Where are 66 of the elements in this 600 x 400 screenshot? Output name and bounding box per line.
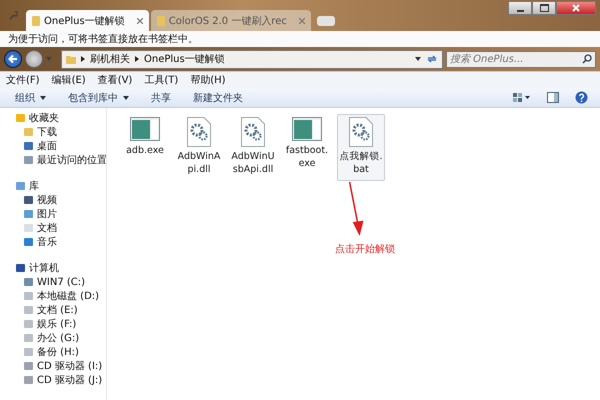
file-name: AdbWinApi.dll	[176, 150, 222, 176]
sidebar-item[interactable]: 办公 (G:)	[37, 331, 80, 345]
address-bar[interactable]: 刷机相关 OnePlus一键解锁	[61, 50, 443, 68]
caret-icon	[40, 96, 46, 100]
application-window-icon	[292, 117, 322, 141]
annotation-text: 点击开始解锁	[335, 242, 395, 256]
search-icon	[582, 54, 592, 64]
close-button[interactable]	[556, 1, 596, 15]
sidebar-item[interactable]: 计算机	[29, 261, 59, 275]
sidebar-item[interactable]: 本地磁盘 (D:)	[37, 289, 100, 303]
sidebar-item[interactable]: 库	[29, 179, 39, 193]
browser-tab[interactable]: ColorOS 2.0 一键刷入rec	[150, 10, 311, 31]
gear-file-icon	[187, 117, 211, 147]
menu-item[interactable]: 工具(T)	[144, 73, 178, 87]
chevron-icon	[81, 56, 85, 62]
arrow-icon	[7, 53, 19, 65]
browser-tab[interactable]: OnePlus一键解锁	[26, 10, 149, 31]
sidebar-item[interactable]: CD 驱动器 (J:)	[37, 373, 102, 387]
new-tab-button[interactable]	[316, 16, 335, 26]
search-field[interactable]: 搜索 OnePlus...	[446, 50, 596, 68]
forward-button[interactable]	[25, 50, 43, 68]
close-icon[interactable]	[136, 18, 143, 24]
sidebar-item[interactable]: CD 驱动器 (I:)	[37, 359, 102, 373]
sidebar-item[interactable]: 文档 (E:)	[37, 303, 78, 317]
file-item[interactable]: AdbWinApi.dll	[175, 114, 223, 181]
sidebar-item[interactable]: 图片	[37, 207, 57, 221]
caret-icon	[123, 96, 129, 100]
preview-pane-icon[interactable]	[547, 92, 559, 103]
sidebar-item[interactable]: 文档	[37, 221, 57, 235]
toolbar-button[interactable]: 组织	[12, 88, 49, 106]
sidebar-item[interactable]: 视频	[37, 193, 57, 207]
dropdown-icon[interactable]	[415, 57, 421, 61]
toolbar-button[interactable]: 共享	[148, 88, 174, 106]
file-name: adb.exe	[126, 144, 164, 157]
chevron-icon	[135, 56, 139, 62]
sidebar-item[interactable]: WIN7 (C:)	[37, 276, 86, 288]
toolbar-button[interactable]: 包含到库中	[65, 88, 132, 106]
menu-item[interactable]: 文件(F)	[6, 73, 40, 87]
menu-item[interactable]: 帮助(H)	[190, 73, 226, 87]
file-name: fastboot.exe	[284, 144, 330, 170]
file-name: 点我解锁.bat	[338, 150, 384, 176]
file-item[interactable]: adb.exe	[121, 114, 169, 162]
sidebar-item[interactable]: 下载	[37, 125, 57, 139]
toolbar-button[interactable]: 新建文件夹	[190, 88, 246, 106]
sidebar-item[interactable]: 桌面	[37, 139, 57, 153]
view-options-icon[interactable]	[513, 92, 531, 102]
refresh-icon[interactable]	[426, 53, 438, 65]
sidebar-item[interactable]: 备份 (H:)	[37, 345, 79, 359]
sidebar-item[interactable]: 收藏夹	[29, 111, 59, 125]
maximize-button[interactable]	[532, 1, 556, 15]
application-window-icon	[130, 117, 160, 141]
file-item[interactable]: fastboot.exe	[283, 114, 331, 175]
back-button[interactable]	[4, 50, 22, 68]
sidebar-item[interactable]: 音乐	[37, 235, 57, 249]
gear-file-icon	[349, 117, 373, 147]
help-icon[interactable]	[575, 91, 588, 104]
menu-item[interactable]: 查看(V)	[98, 73, 132, 87]
minimize-button[interactable]	[508, 1, 532, 15]
file-item[interactable]: 点我解锁.bat	[337, 114, 385, 181]
file-item[interactable]: AdbWinUsbApi.dll	[229, 114, 277, 181]
menu-item[interactable]: 编辑(E)	[52, 73, 86, 87]
close-icon	[572, 4, 580, 12]
sidebar-item[interactable]: 娱乐 (F:)	[37, 317, 76, 331]
gear-file-icon	[241, 117, 265, 147]
bookmark-hint: 为便于访问，可将书签直接放在书签栏中。	[8, 32, 198, 46]
file-name: AdbWinUsbApi.dll	[230, 150, 276, 176]
